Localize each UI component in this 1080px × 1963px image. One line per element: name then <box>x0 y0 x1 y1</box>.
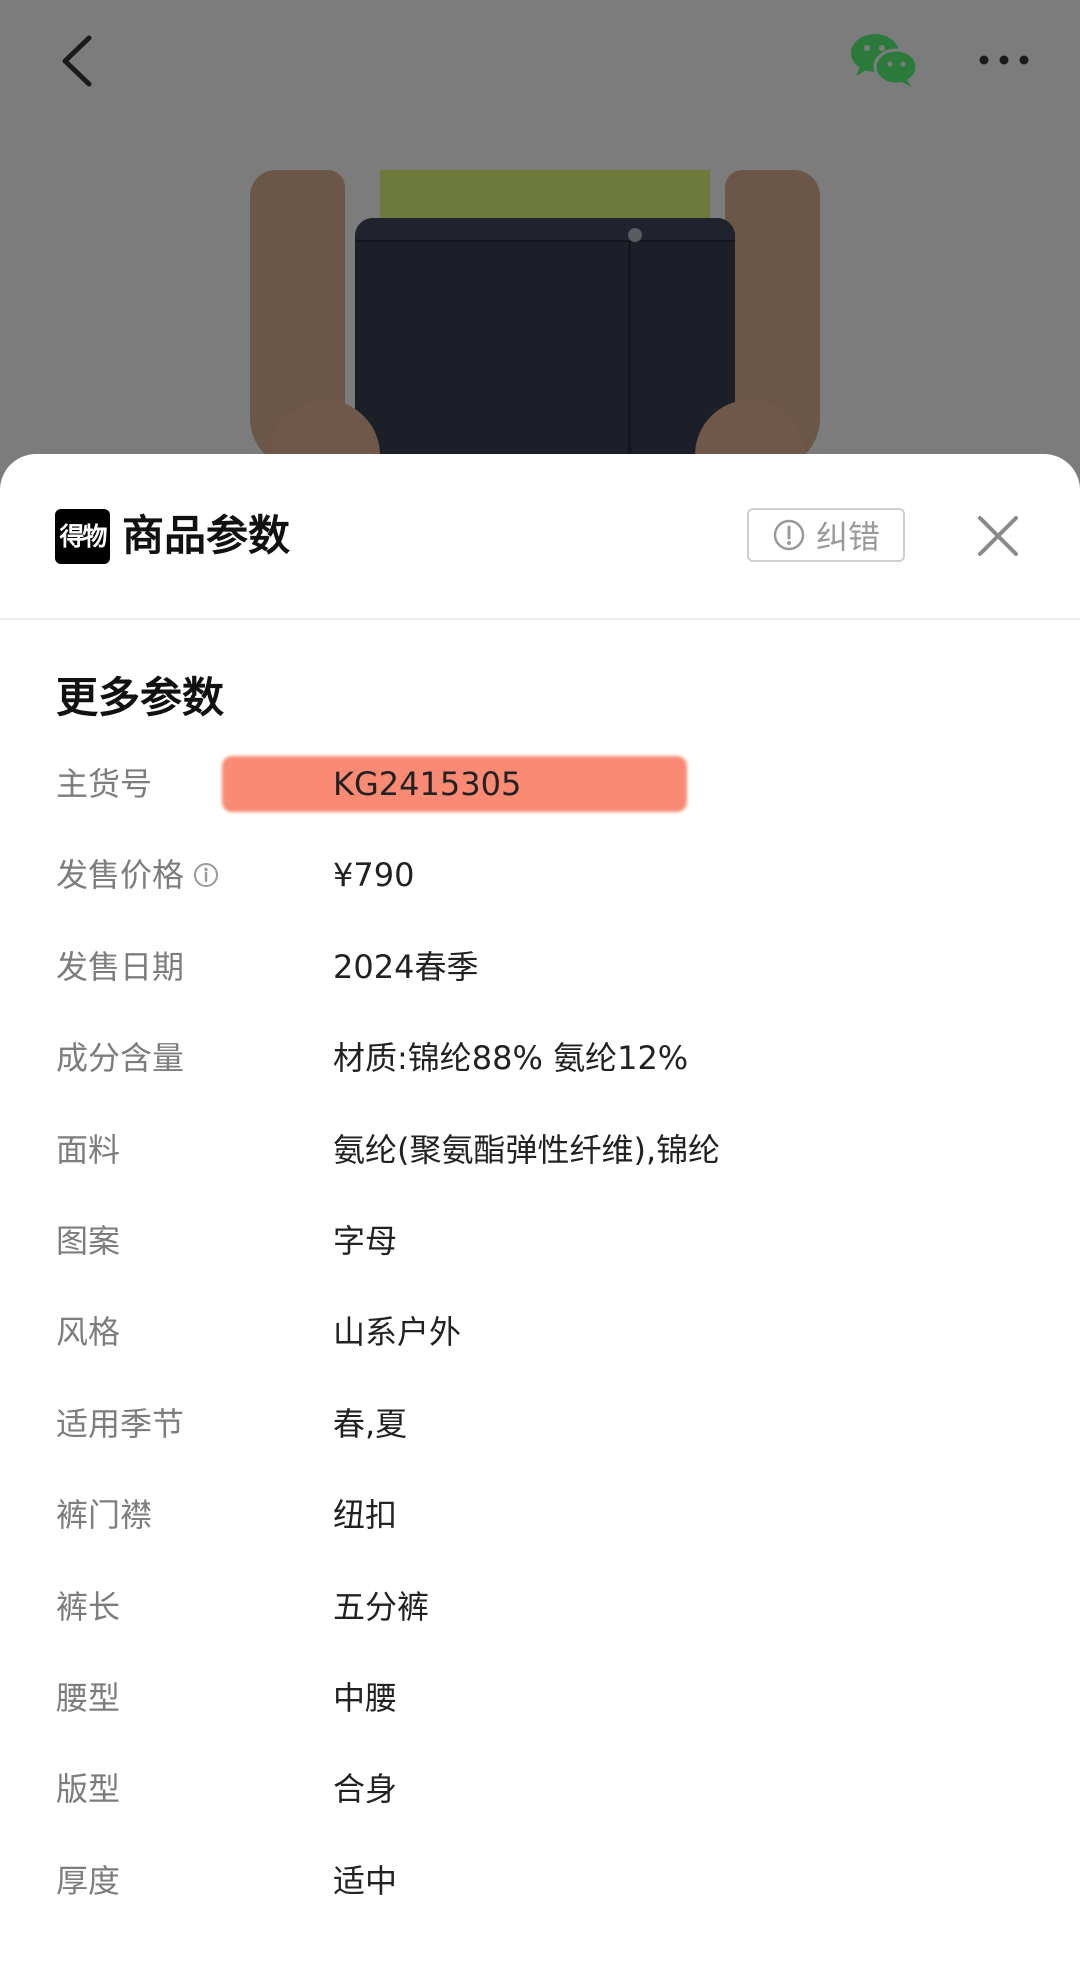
param-value: 山系户外 <box>333 1313 462 1352</box>
param-row: 成分含量 材质:锦纶88% 氨纶12% <box>0 1018 1080 1109</box>
param-label: 裤长 <box>56 1587 121 1626</box>
param-label: 发售日期 <box>56 947 185 986</box>
param-value: 氨纶(聚氨酯弹性纤维),锦纶 <box>333 1130 721 1169</box>
param-value: 纽扣 <box>333 1496 398 1535</box>
wechat-share-button[interactable] <box>850 32 920 90</box>
param-row: 图案 字母 <box>0 1201 1080 1292</box>
param-row: 风格 山系户外 <box>0 1292 1080 1383</box>
param-row: 发售日期 2024春季 <box>0 927 1080 1018</box>
param-label: 裤门襟 <box>56 1496 153 1535</box>
section-title: 更多参数 <box>56 673 225 722</box>
param-row: 裤长 五分裤 <box>0 1567 1080 1658</box>
param-label: 适用季节 <box>56 1404 185 1443</box>
chevron-left-icon <box>62 35 92 87</box>
param-list: 主货号 KG2415305 发售价格 ¥790 发售日期 2024春季 成分含量… <box>0 744 1080 1932</box>
close-button[interactable] <box>970 508 1026 564</box>
wechat-icon <box>851 34 919 87</box>
pants-waistband <box>355 218 735 242</box>
param-row: 厚度 适中 <box>0 1841 1080 1932</box>
param-row: 裤门襟 纽扣 <box>0 1475 1080 1566</box>
pants <box>355 218 735 470</box>
pants-button <box>628 228 642 242</box>
param-value: 材质:锦纶88% 氨纶12% <box>333 1039 689 1078</box>
exclamation-circle-icon <box>773 519 805 551</box>
param-row: 发售价格 ¥790 <box>0 835 1080 926</box>
param-label: 主货号 <box>56 765 153 803</box>
sheet-header: 得物 商品参数 纠错 <box>0 454 1080 620</box>
report-error-button[interactable]: 纠错 <box>747 508 905 562</box>
param-value: 2024春季 <box>333 947 479 986</box>
product-photo <box>250 170 820 470</box>
pants-fly <box>628 240 631 470</box>
param-value: 合身 <box>333 1770 398 1809</box>
param-label: 版型 <box>56 1770 121 1809</box>
param-label: 成分含量 <box>56 1039 185 1078</box>
close-icon <box>978 516 1018 556</box>
param-value: ¥790 <box>333 856 415 895</box>
param-label: 面料 <box>56 1130 121 1169</box>
sheet-title: 商品参数 <box>122 511 291 560</box>
back-button[interactable] <box>55 34 105 88</box>
param-row: 面料 氨纶(聚氨酯弹性纤维),锦纶 <box>0 1110 1080 1201</box>
more-dots-icon <box>979 55 1029 65</box>
screen: 得物 商品参数 纠错 更多参数 主货号 KG2415305 发售价格 ¥790 … <box>0 0 1080 1963</box>
param-row: 腰型 中腰 <box>0 1658 1080 1749</box>
param-label: 厚度 <box>56 1861 121 1900</box>
param-label: 图案 <box>56 1221 121 1260</box>
param-value: KG2415305 <box>333 765 522 803</box>
param-label: 腰型 <box>56 1678 121 1717</box>
param-value: 中腰 <box>333 1678 398 1717</box>
param-value: 五分裤 <box>333 1587 430 1626</box>
more-button[interactable] <box>976 42 1032 78</box>
info-icon[interactable] <box>192 861 220 889</box>
report-error-label: 纠错 <box>815 518 880 556</box>
param-value: 春,夏 <box>333 1404 408 1443</box>
brand-logo: 得物 <box>55 509 110 564</box>
param-label: 风格 <box>56 1313 121 1352</box>
param-value: 适中 <box>333 1861 398 1900</box>
param-label-with-info: 发售价格 <box>56 853 220 897</box>
param-label-text: 发售价格 <box>56 856 185 895</box>
param-row: 主货号 KG2415305 <box>0 744 1080 835</box>
product-params-sheet: 得物 商品参数 纠错 更多参数 主货号 KG2415305 发售价格 ¥790 … <box>0 454 1080 1963</box>
param-row: 适用季节 春,夏 <box>0 1384 1080 1475</box>
param-value: 字母 <box>333 1221 398 1260</box>
param-row: 版型 合身 <box>0 1749 1080 1840</box>
